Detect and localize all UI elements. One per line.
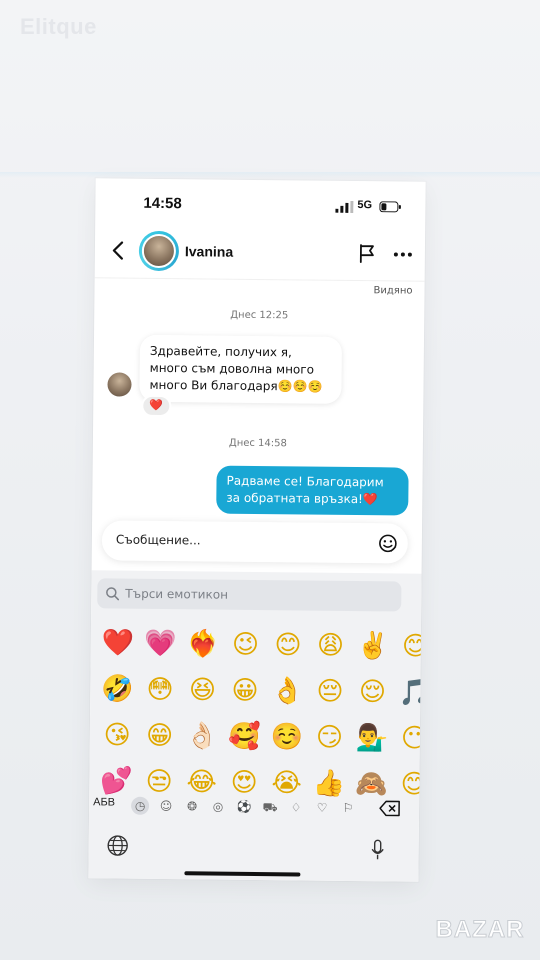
phone-screenshot: 14:58 5G Ivanina Видяно Днес 12:25 Здрав… (88, 178, 426, 882)
emoji-key[interactable]: 😊 (394, 623, 426, 669)
emoji-row: ❤️ 💗 ❤️‍🔥 😉 😊 😩 ✌️ 😊 (97, 620, 426, 670)
emoji-category-bar: АБВ ◷ ☺ ❂ ◎ ⚽ ⛟ ♢ ♡ ⚐ (89, 792, 419, 821)
emoji-keyboard: Търси емотикон ❤️ 💗 ❤️‍🔥 😉 😊 😩 ✌️ 😊 🤣 😳 😆 😀 👌 😔 😌 🎵 😘 😁 👌🏻… (88, 570, 426, 882)
network-label: 5G (357, 199, 373, 212)
ball-icon[interactable]: ⚽ (235, 798, 253, 816)
emoji-key[interactable]: ✌️ (352, 623, 395, 669)
logo-text: BAZAR (435, 916, 525, 944)
status-bar: 14:58 5G (95, 192, 425, 217)
sticker-icon[interactable] (378, 533, 398, 553)
emoji-key[interactable]: 😘 (96, 712, 139, 758)
emoji-row: 😘 😁 👌🏻 🥰 ☺️ 😏 💁‍♂️ 😶 (96, 712, 426, 762)
contact-name[interactable]: Ivanina (185, 243, 233, 260)
emoji-row: 🤣 😳 😆 😀 👌 😔 😌 🎵 (96, 666, 426, 716)
emoji-key[interactable]: 😏 (308, 715, 351, 761)
emoji-grid: ❤️ 💗 ❤️‍🔥 😉 😊 😩 ✌️ 😊 🤣 😳 😆 😀 👌 😔 😌 🎵 😘 😁 👌🏻 🥰 ☺️ 😏 💁‍♂️ 😶 💕 😒 😂 😍 😭 👍… (95, 620, 426, 808)
emoji-key[interactable]: 👌🏻 (181, 713, 224, 759)
contact-avatar[interactable] (138, 230, 180, 272)
emoji-key[interactable]: 🥰 (223, 714, 266, 760)
emoji-key[interactable]: 😆 (181, 667, 224, 713)
more-options-icon[interactable] (393, 251, 413, 257)
backdrop-divider (0, 172, 540, 178)
emoji-key[interactable]: 😔 (309, 669, 352, 715)
sender-avatar[interactable] (107, 372, 132, 397)
food-icon[interactable]: ◎ (209, 798, 227, 816)
emoji-key[interactable]: 💁‍♂️ (351, 715, 394, 761)
emoji-key[interactable]: 😩 (309, 623, 352, 669)
search-icon (106, 587, 120, 601)
back-arrow-icon[interactable] (111, 240, 125, 260)
signal-icon (335, 200, 354, 213)
status-time: 14:58 (143, 194, 182, 213)
emoji-key[interactable]: 🤣 (96, 666, 139, 712)
animal-icon[interactable]: ❂ (183, 797, 201, 815)
emoji-key[interactable]: 😳 (139, 667, 182, 713)
message-timestamp: Днес 12:25 (230, 309, 289, 322)
delete-icon[interactable] (379, 799, 401, 817)
emoji-key[interactable]: 😀 (224, 668, 267, 714)
emoji-key[interactable]: 😊 (267, 622, 310, 668)
emoji-key[interactable]: ❤️‍🔥 (182, 621, 225, 667)
emoji-key[interactable]: ❤️ (97, 620, 140, 666)
flag-icon[interactable] (357, 243, 377, 263)
heart-reaction[interactable]: ❤️ (141, 394, 172, 418)
emoji-key[interactable]: 😁 (138, 713, 181, 759)
recent-icon[interactable]: ◷ (131, 796, 150, 815)
lightbulb-icon[interactable]: ♢ (287, 798, 305, 816)
emoji-key[interactable]: 😶 (393, 715, 426, 761)
abc-keyboard-button[interactable]: АБВ (93, 796, 115, 808)
flag-icon[interactable]: ⚐ (339, 799, 357, 817)
battery-icon (379, 201, 401, 213)
home-indicator[interactable] (184, 871, 301, 877)
composer-placeholder: Съобщение... (115, 532, 201, 548)
microphone-icon[interactable] (371, 839, 385, 861)
message-timestamp: Днес 14:58 (228, 437, 287, 450)
emoji-key[interactable]: 💗 (139, 621, 182, 667)
globe-icon[interactable] (107, 834, 129, 856)
avatar-photo (141, 233, 177, 269)
smiley-icon[interactable]: ☺ (157, 797, 175, 815)
heart-icon[interactable]: ♡ (313, 799, 331, 817)
message-composer[interactable]: Съобщение... (101, 520, 409, 564)
emoji-key[interactable]: ☺️ (266, 714, 309, 760)
emoji-search-placeholder: Търси емотикон (125, 586, 229, 602)
emoji-key[interactable]: 😌 (351, 669, 394, 715)
bazar-logo: BAZAR (430, 914, 530, 950)
seen-label: Видяно (373, 285, 413, 297)
emoji-search-field[interactable]: Търси емотикон (97, 578, 402, 612)
car-icon[interactable]: ⛟ (261, 798, 279, 816)
outgoing-message[interactable]: Радваме се! Благодарим за обратната връз… (216, 465, 409, 516)
emoji-key[interactable]: 👌 (266, 668, 309, 714)
emoji-key[interactable]: 😉 (224, 622, 267, 668)
emoji-key[interactable]: 🎵 (394, 669, 426, 715)
watermark-text: Elitque (20, 14, 97, 39)
chat-header: Ivanina (94, 224, 426, 282)
incoming-message[interactable]: Здравейте, получих я, много съм доволна … (139, 334, 343, 404)
